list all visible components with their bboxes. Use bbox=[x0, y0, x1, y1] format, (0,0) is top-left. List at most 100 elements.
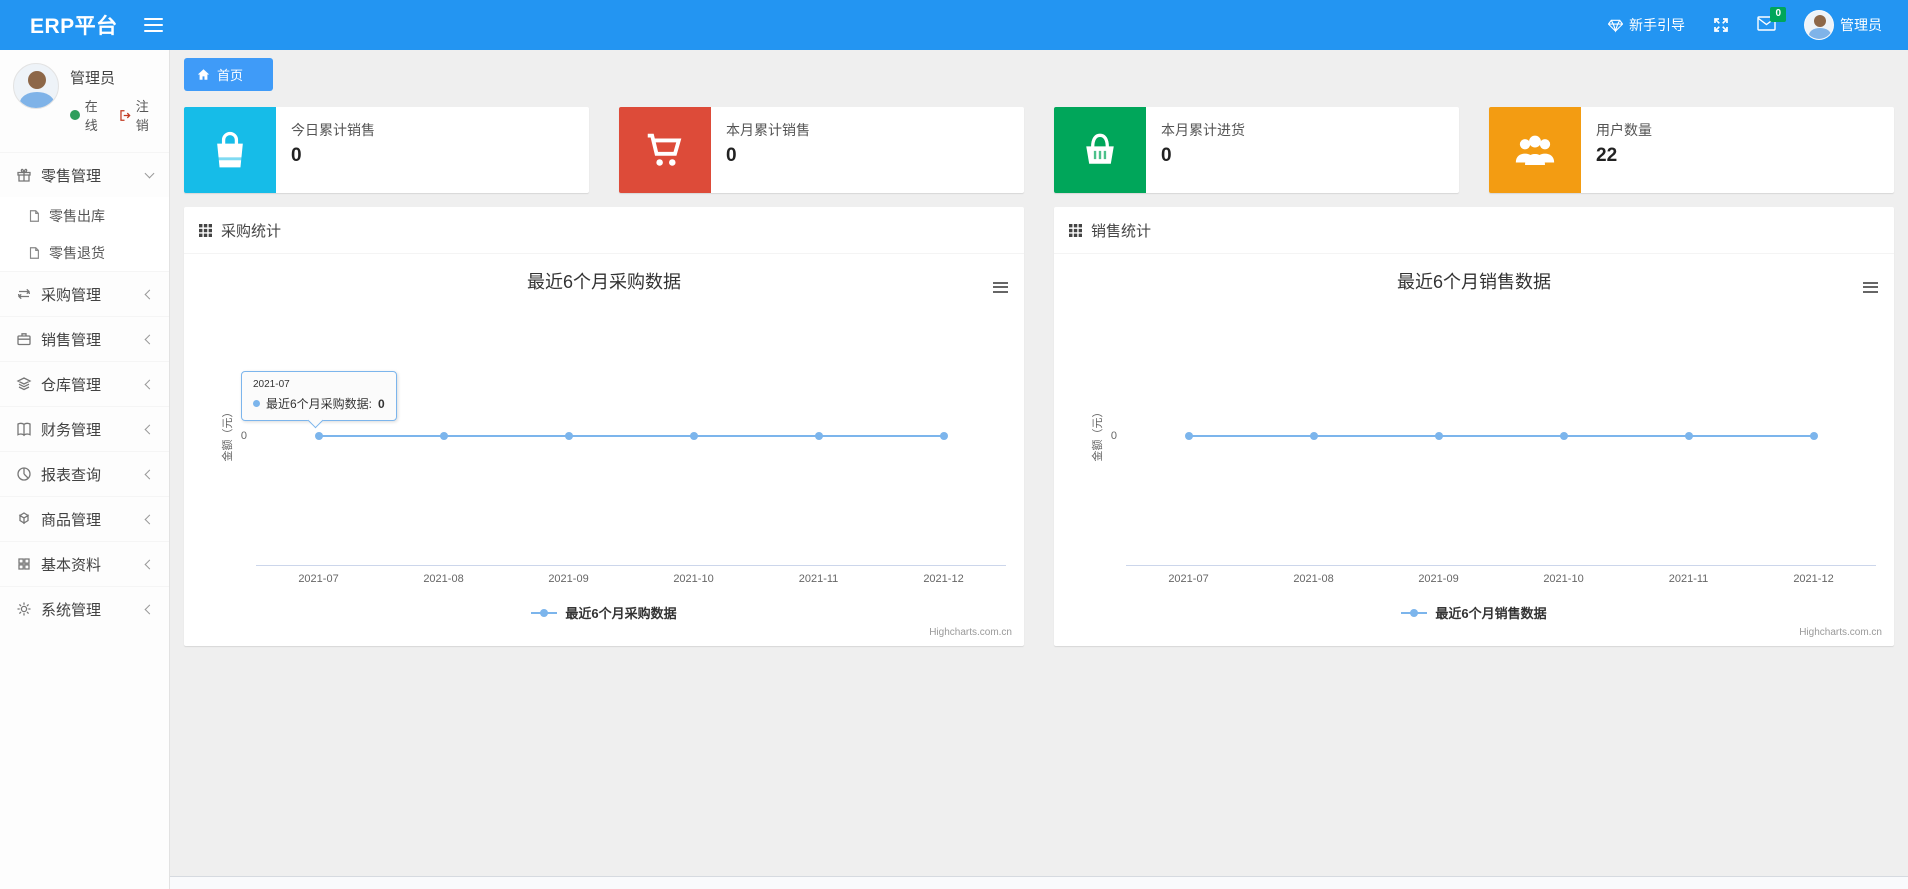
table-grid-icon bbox=[1069, 223, 1082, 237]
data-point-marker[interactable] bbox=[564, 432, 573, 440]
briefcase-icon bbox=[17, 333, 31, 346]
sidebar-item-basic[interactable]: 基本资料 bbox=[0, 541, 169, 586]
sidebar-item-retail-outbound[interactable]: 零售出库 bbox=[0, 197, 169, 234]
data-point-marker[interactable] bbox=[1684, 432, 1693, 440]
data-point-marker[interactable] bbox=[439, 432, 448, 440]
tooltip-series-label: 最近6个月采购数据: bbox=[266, 397, 373, 411]
chart-tooltip: 2021-07 最近6个月采购数据: 0 bbox=[241, 371, 397, 421]
user-menu[interactable]: 管理员 bbox=[1804, 10, 1882, 40]
series-line bbox=[1188, 435, 1814, 437]
series-marker-icon bbox=[253, 400, 260, 407]
panel-header: 采购统计 bbox=[184, 207, 1024, 254]
plot-area: 0 bbox=[1111, 308, 1876, 566]
x-axis-label: 2021-11 bbox=[1668, 573, 1709, 585]
logout-button[interactable]: 注销 bbox=[119, 96, 161, 134]
chevron-left-icon bbox=[144, 379, 155, 389]
sidebar-item-reports[interactable]: 报表查询 bbox=[0, 451, 169, 496]
y-axis-tick: 0 bbox=[240, 430, 247, 442]
tab-home[interactable]: 首页 bbox=[184, 58, 274, 91]
data-point-marker[interactable] bbox=[1559, 432, 1568, 440]
sidebar-item-finance[interactable]: 财务管理 bbox=[0, 406, 169, 451]
x-axis-label: 2021-09 bbox=[548, 573, 589, 585]
gift-icon bbox=[17, 168, 31, 182]
tooltip-value: 0 bbox=[378, 396, 385, 411]
stat-card-month-purchase[interactable]: 本月累计进货 0 bbox=[1054, 107, 1459, 193]
data-point-marker[interactable] bbox=[1809, 432, 1818, 440]
top-navbar: ERP平台 新手引导 0 管理员 bbox=[0, 0, 1908, 50]
guide-button[interactable]: 新手引导 bbox=[1608, 15, 1685, 35]
charts-row: 采购统计 最近6个月采购数据 金额（元） 0 2021-07 最近6个月采购数据 bbox=[170, 193, 1908, 660]
x-axis-label: 2021-08 bbox=[423, 573, 464, 585]
sidebar-item-label: 基本资料 bbox=[41, 556, 102, 574]
sidebar-item-system[interactable]: 系统管理 bbox=[0, 586, 169, 631]
data-point-marker[interactable] bbox=[1309, 432, 1318, 440]
sidebar-user-name: 管理员 bbox=[70, 70, 116, 87]
app-logo[interactable]: ERP平台 bbox=[0, 10, 138, 40]
grid-icon bbox=[18, 558, 30, 570]
sidebar-item-retail[interactable]: 零售管理 bbox=[0, 152, 169, 197]
chart-credits-link[interactable]: Highcharts.com.cn bbox=[929, 627, 1012, 638]
sidebar: 管理员 在线 注销 零售管理 零售出库 零售退货 采购管理 销售管理 仓库管理 … bbox=[0, 50, 170, 889]
stat-card-value: 22 bbox=[1596, 145, 1618, 166]
y-axis-title: 金额（元） bbox=[1092, 406, 1104, 462]
cart-icon bbox=[619, 107, 711, 193]
chevron-left-icon bbox=[144, 424, 155, 434]
sidebar-item-retail-return[interactable]: 零售退货 bbox=[0, 234, 169, 271]
navbar-right: 新手引导 0 管理员 bbox=[1608, 7, 1908, 40]
x-axis-label: 2021-07 bbox=[298, 573, 339, 585]
repeat-icon bbox=[18, 288, 30, 300]
sidebar-item-label: 零售出库 bbox=[49, 207, 105, 224]
legend-item[interactable]: 最近6个月销售数据 bbox=[1054, 603, 1894, 622]
expand-icon bbox=[1714, 18, 1728, 32]
sidebar-item-label: 报表查询 bbox=[41, 466, 102, 484]
gem-icon bbox=[1608, 19, 1623, 33]
sidebar-item-purchase[interactable]: 采购管理 bbox=[0, 271, 169, 316]
data-point-marker[interactable] bbox=[939, 432, 948, 440]
data-point-marker[interactable] bbox=[814, 432, 823, 440]
fullscreen-button[interactable] bbox=[1713, 17, 1729, 33]
stat-card-value: 0 bbox=[726, 145, 737, 166]
avatar bbox=[1804, 10, 1834, 40]
x-axis-label: 2021-11 bbox=[798, 573, 839, 585]
chart-context-menu-button[interactable] bbox=[1863, 279, 1878, 295]
data-point-marker[interactable] bbox=[1434, 432, 1443, 440]
logout-label: 注销 bbox=[135, 99, 149, 133]
sidebar-item-sales[interactable]: 销售管理 bbox=[0, 316, 169, 361]
sidebar-menu: 零售管理 零售出库 零售退货 采购管理 销售管理 仓库管理 财务管理 报表查询 … bbox=[0, 152, 169, 631]
message-count-badge: 0 bbox=[1770, 7, 1786, 22]
chart: 最近6个月采购数据 金额（元） 0 2021-07 最近6个月采购数据: 0 2… bbox=[184, 254, 1024, 646]
sales-stats-panel: 销售统计 最近6个月销售数据 金额（元） 0 2021-07 2021-08 202… bbox=[1054, 207, 1894, 646]
messages-button[interactable]: 0 bbox=[1757, 7, 1786, 34]
x-axis-label: 2021-08 bbox=[1293, 573, 1334, 585]
sidebar-item-warehouse[interactable]: 仓库管理 bbox=[0, 361, 169, 406]
stat-card-user-count[interactable]: 用户数量 22 bbox=[1489, 107, 1894, 193]
x-axis-label: 2021-10 bbox=[1543, 573, 1584, 585]
tab-home-label: 首页 bbox=[217, 68, 244, 83]
stat-card-month-sales[interactable]: 本月累计销售 0 bbox=[619, 107, 1024, 193]
purchase-stats-panel: 采购统计 最近6个月采购数据 金额（元） 0 2021-07 最近6个月采购数据 bbox=[184, 207, 1024, 646]
main-content: 首页 今日累计销售 0 本月累计销售 0 本月累计进货 0 用户数量 22 采购… bbox=[170, 50, 1908, 889]
chevron-left-icon bbox=[144, 604, 155, 614]
x-axis-label: 2021-07 bbox=[1168, 573, 1209, 585]
footer-divider bbox=[170, 876, 1908, 889]
chevron-left-icon bbox=[144, 514, 155, 524]
chart-title: 最近6个月采购数据 bbox=[526, 272, 681, 292]
data-point-marker[interactable] bbox=[314, 432, 323, 440]
chart-credits-link[interactable]: Highcharts.com.cn bbox=[1799, 627, 1882, 638]
sidebar-toggle-button[interactable] bbox=[143, 14, 163, 36]
sidebar-item-label: 系统管理 bbox=[41, 601, 102, 619]
stat-card-today-sales[interactable]: 今日累计销售 0 bbox=[184, 107, 589, 193]
panel-header: 销售统计 bbox=[1054, 207, 1894, 254]
table-grid-icon bbox=[199, 223, 212, 237]
chevron-left-icon bbox=[144, 289, 155, 299]
data-point-marker[interactable] bbox=[689, 432, 698, 440]
sidebar-item-label: 销售管理 bbox=[41, 331, 102, 349]
stat-card-label: 本月累计销售 bbox=[726, 122, 810, 138]
sidebar-item-label: 零售退货 bbox=[49, 244, 105, 261]
data-point-marker[interactable] bbox=[1184, 432, 1193, 440]
chevron-left-icon bbox=[144, 469, 155, 479]
sidebar-item-goods[interactable]: 商品管理 bbox=[0, 496, 169, 541]
legend-item[interactable]: 最近6个月采购数据 bbox=[184, 603, 1024, 622]
chart-context-menu-button[interactable] bbox=[993, 279, 1008, 295]
pie-chart-icon bbox=[17, 467, 31, 481]
